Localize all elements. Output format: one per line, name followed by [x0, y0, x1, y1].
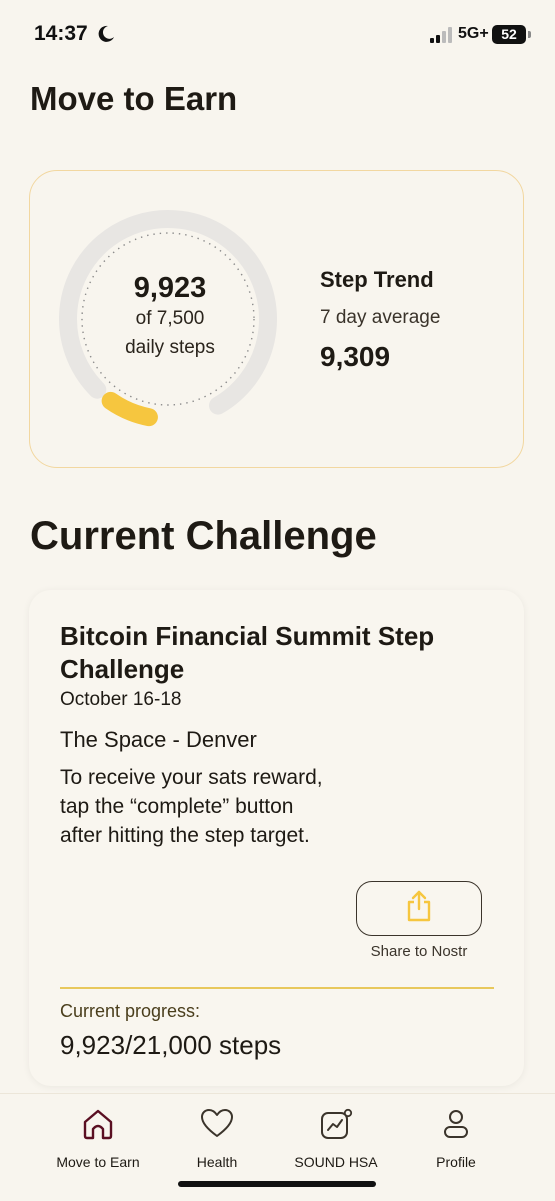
network-label: 5G+ [458, 25, 489, 42]
nav-item-profile[interactable]: Profile [391, 1094, 521, 1184]
nav-item-sound-hsa[interactable]: SOUND HSA [271, 1094, 401, 1184]
status-bar: 14:37 5G+ 52 [0, 0, 555, 70]
page-title: Move to Earn [30, 80, 238, 117]
nav-label: Profile [436, 1154, 476, 1170]
signal-icon [430, 27, 454, 48]
steps-summary: 9,923 of 7,500 daily steps [90, 271, 250, 363]
share-to-nostr-button[interactable] [356, 881, 482, 936]
battery-icon: 52 [492, 25, 526, 44]
steps-count: 9,923 [133, 272, 207, 304]
battery-tip [528, 31, 531, 38]
progress-value: 9,923/21,000 steps [60, 1030, 282, 1060]
battery-level: 52 [501, 26, 517, 42]
share-icon [405, 890, 433, 927]
steps-card[interactable]: 9,923 of 7,500 daily steps Step Trend 7 … [29, 170, 524, 468]
nav-item-health[interactable]: Health [152, 1094, 282, 1184]
nav-label: Health [196, 1154, 238, 1170]
challenge-venue: The Space - Denver [60, 727, 257, 752]
challenge-description: To receive your sats reward, tap the “co… [60, 766, 323, 847]
challenge-title: Bitcoin Financial Summit Step Challenge [60, 621, 435, 684]
home-indicator [178, 1181, 376, 1187]
nav-item-move-to-earn[interactable]: Move to Earn [33, 1094, 163, 1184]
step-trend-title: Step Trend [320, 267, 434, 292]
step-trend-subtitle: 7 day average [320, 307, 441, 328]
step-trend-value: 9,309 [320, 341, 391, 372]
steps-goal-label: daily steps [125, 337, 215, 358]
heart-icon [200, 1108, 234, 1143]
progress-label: Current progress: [60, 1001, 201, 1021]
home-icon [81, 1108, 115, 1145]
ring-fill [101, 391, 158, 427]
steps-goal: of 7,500 [135, 308, 205, 329]
nav-label: Move to Earn [56, 1154, 140, 1170]
challenge-dates: October 16-18 [60, 689, 182, 710]
nav-label: SOUND HSA [294, 1154, 378, 1170]
current-challenge-title: Current Challenge [30, 514, 377, 558]
profile-icon [441, 1108, 471, 1145]
status-time: 14:37 [34, 22, 88, 45]
divider [60, 987, 494, 989]
moon-icon [97, 25, 115, 48]
challenge-card: Bitcoin Financial Summit Step Challenge … [29, 590, 524, 1086]
chart-icon [319, 1108, 353, 1145]
share-label: Share to Nostr [370, 943, 468, 960]
